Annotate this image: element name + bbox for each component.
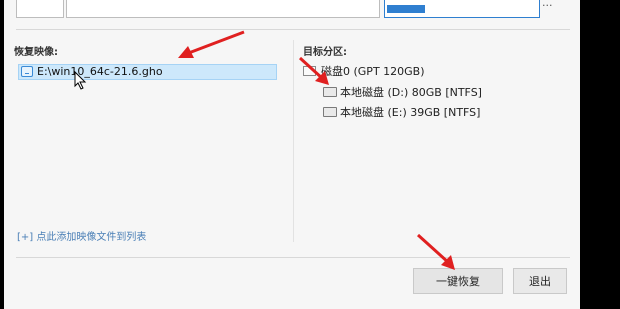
partition-d-node[interactable]: 本地磁盘 (D:) 80GB [NTFS] [323,86,482,100]
top-divider [16,29,570,30]
annotation-arrow-icon [416,233,455,270]
mouse-cursor-icon [74,71,87,90]
image-file-icon [21,66,33,77]
top-progress-field [384,0,540,18]
image-list-item[interactable]: E:\win10_64c-21.6.gho [18,64,277,80]
top-field-middle[interactable] [66,0,380,18]
restore-window: ... 恢复映像: E:\win10_64c-21.6.gho 目标分区: 磁盘… [4,0,580,309]
disk-label: 磁盘0 (GPT 120GB) [321,65,425,78]
add-image-link[interactable]: [+] 点此添加映像文件到列表 [17,228,146,243]
exit-button[interactable]: 退出 [513,268,567,294]
partition-disk-icon [323,107,337,117]
bottom-divider [16,257,570,258]
partition-e-label: 本地磁盘 (E:) 39GB [NTFS] [340,106,481,119]
annotation-arrow-icon [298,56,329,85]
column-divider [293,40,294,242]
image-path: E:\win10_64c-21.6.gho [37,65,163,78]
top-right-link[interactable]: ... [542,0,553,8]
restore-image-label: 恢复映像: [14,47,58,58]
top-field-left[interactable] [16,0,64,18]
top-progress-fill [387,5,425,13]
partition-d-label: 本地磁盘 (D:) 80GB [NTFS] [340,86,482,99]
annotation-arrow-icon [178,30,245,58]
partition-e-node[interactable]: 本地磁盘 (E:) 39GB [NTFS] [323,106,480,120]
